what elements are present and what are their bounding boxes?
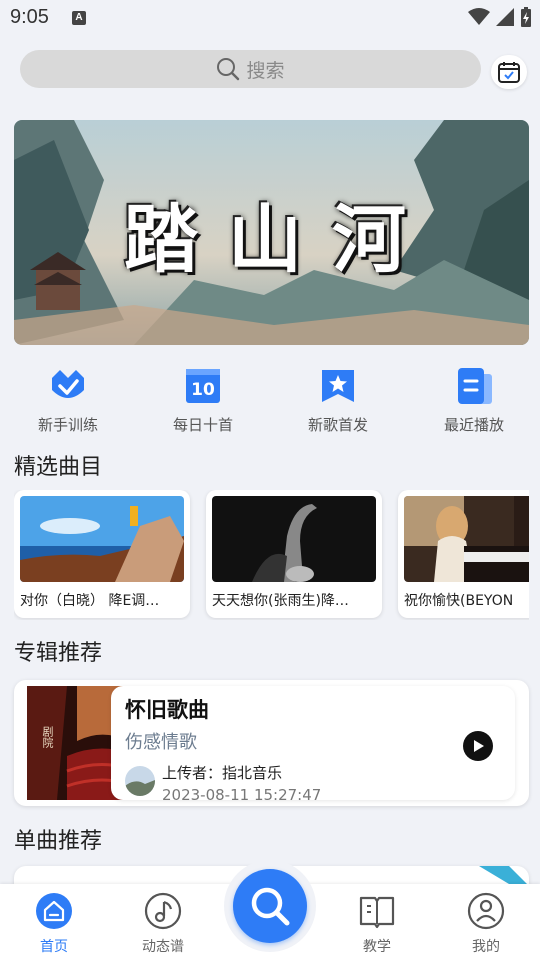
status-time: 9:05 [10, 6, 49, 28]
featured-image [404, 496, 529, 582]
quick-nav-new-songs[interactable]: 新歌首发 [278, 366, 398, 435]
album-title: 怀旧歌曲 [125, 698, 209, 722]
center-search-circle [233, 869, 307, 943]
play-button[interactable] [463, 731, 493, 761]
document-list-icon [458, 368, 492, 404]
search-bar[interactable]: 搜索 [20, 50, 481, 88]
bottom-nav-teaching[interactable]: 教学 [332, 892, 422, 956]
status-bar: 9:05 A [0, 0, 540, 36]
banner[interactable]: 踏山河 [14, 120, 529, 345]
quick-nav-recent-played[interactable]: 最近播放 [414, 366, 534, 435]
star-bookmark-icon [322, 370, 354, 402]
album-card[interactable]: 剧院 怀旧歌曲 伤感情歌 上传者：指北音乐 2023-08-11 15:27:4… [14, 680, 529, 806]
search-icon [251, 887, 290, 926]
album-date: 2023-08-11 15:27:47 [162, 786, 322, 804]
center-search-button[interactable] [224, 860, 316, 952]
book-icon [359, 896, 395, 929]
wifi-icon [468, 8, 490, 25]
quick-nav-label: 最近播放 [443, 416, 504, 434]
battery-icon [521, 7, 531, 27]
status-icons [468, 7, 532, 27]
featured-image [212, 496, 376, 582]
section-title-album: 专辑推荐 [14, 641, 103, 666]
notification-icon: A [72, 11, 86, 25]
bottom-nav-label: 首页 [40, 939, 68, 955]
featured-card[interactable]: 祝你愉快(BEYON [398, 490, 529, 618]
featured-label: 对你（白晓） 降E调… [20, 593, 160, 609]
piano-girl-image [404, 496, 529, 582]
avatar [125, 766, 155, 796]
signal-icon [496, 8, 514, 26]
calendar-check-icon [498, 62, 520, 83]
quick-nav-label: 新手训练 [37, 416, 98, 434]
featured-image [20, 496, 184, 582]
calendar-10-icon: 10 [186, 369, 220, 403]
album-uploader: 上传者：指北音乐 [162, 764, 283, 782]
featured-label: 天天想你(张雨生)降… [212, 593, 349, 609]
featured-label: 祝你愉快(BEYON [404, 593, 514, 609]
saxophone-dark-image [212, 496, 376, 582]
search-icon [217, 58, 240, 81]
bottom-nav-dynamic-score[interactable]: 动态谱 [118, 892, 208, 956]
album-cover-text: 剧院 [41, 726, 54, 748]
quick-nav-daily-ten[interactable]: 10 每日十首 [143, 366, 263, 435]
bottom-nav-label: 教学 [363, 939, 391, 955]
music-note-disc-icon [144, 892, 182, 930]
bottom-nav-home[interactable]: 首页 [9, 892, 99, 956]
quick-nav-beginner-training[interactable]: 新手训练 [8, 366, 128, 435]
album-subtitle: 伤感情歌 [125, 732, 197, 753]
ukulele-sea-image [20, 496, 184, 582]
featured-card[interactable]: 对你（白晓） 降E调… [14, 490, 190, 618]
banner-title: 踏山河 [124, 197, 436, 283]
featured-card[interactable]: 天天想你(张雨生)降… [206, 490, 382, 618]
section-title-featured: 精选曲目 [14, 455, 103, 480]
section-title-single: 单曲推荐 [14, 829, 103, 854]
album-info: 怀旧歌曲 伤感情歌 上传者：指北音乐 2023-08-11 15:27:47 [111, 686, 515, 804]
quick-nav: 新手训练 10 每日十首 新歌首发 最近播放 [0, 366, 540, 436]
home-icon [36, 893, 72, 929]
bottom-nav-label: 我的 [472, 939, 500, 955]
calendar-check-button[interactable] [491, 55, 527, 89]
calendar-badge: 10 [191, 380, 215, 400]
badge-check-icon [52, 370, 84, 398]
bottom-nav-label: 动态谱 [142, 939, 184, 955]
profile-icon [467, 892, 505, 930]
quick-nav-label: 每日十首 [172, 416, 233, 434]
quick-nav-label: 新歌首发 [307, 416, 368, 434]
play-icon [474, 740, 484, 752]
featured-list[interactable]: 对你（白晓） 降E调… 天天想你(张雨生)降… 祝你愉快(BEYON [14, 490, 529, 620]
search-placeholder: 搜索 [246, 59, 285, 82]
bottom-nav-mine[interactable]: 我的 [441, 892, 531, 956]
